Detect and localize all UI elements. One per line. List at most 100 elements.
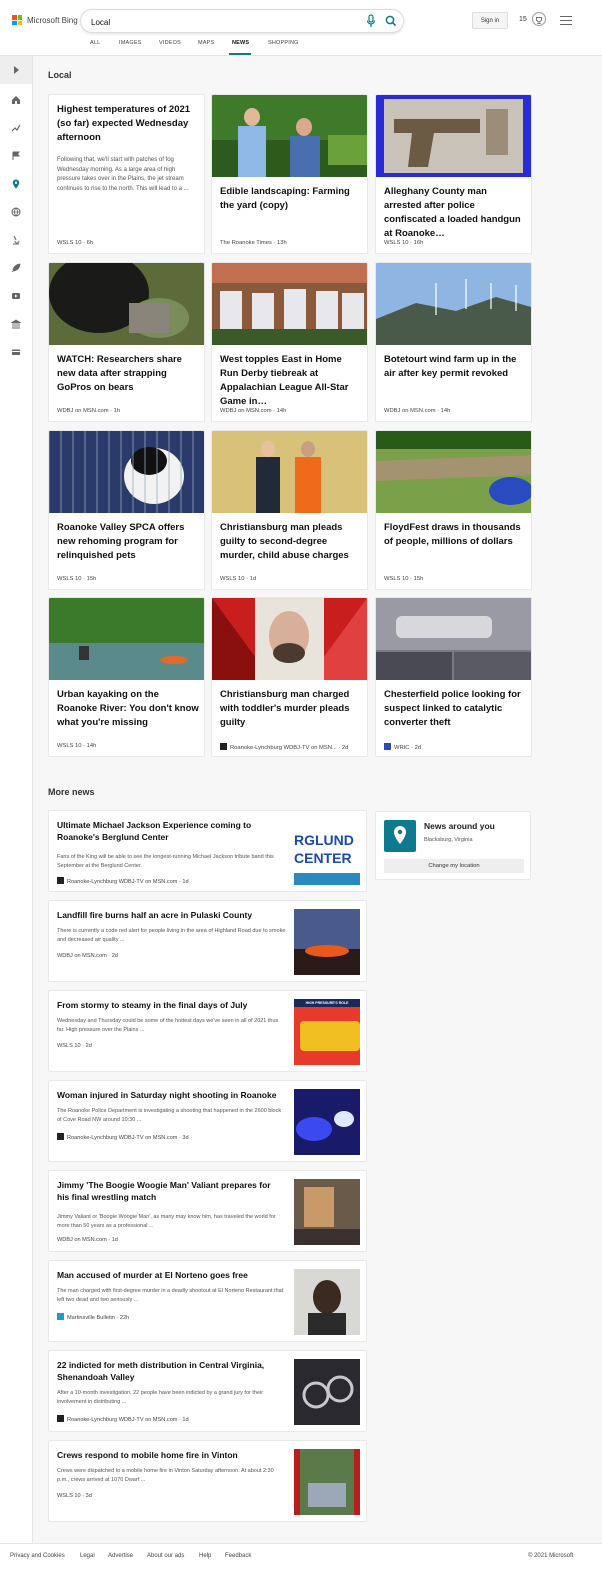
home-icon[interactable] <box>11 95 21 105</box>
card-title[interactable]: Alleghany County man arrested after poli… <box>384 185 526 241</box>
card-image-bear <box>49 263 204 345</box>
search-input[interactable] <box>91 15 351 29</box>
footer-link-about-ads[interactable]: About our ads <box>147 1553 184 1559</box>
news-around-you-panel: News around you Blacksburg, Virginia Cha… <box>375 811 531 880</box>
footer-link-legal[interactable]: Legal <box>80 1553 95 1559</box>
news-card[interactable]: Urban kayaking on the Roanoke River: You… <box>48 597 205 757</box>
tab-shopping[interactable]: SHOPPING <box>268 40 299 46</box>
more-news-item[interactable]: Crews respond to mobile home fire in Vin… <box>48 1440 367 1522</box>
thumb-handcuffs <box>294 1359 360 1425</box>
news-around-title: News around you <box>424 821 495 831</box>
trending-icon[interactable] <box>11 123 21 133</box>
bing-logo[interactable]: Microsoft Bing <box>12 15 78 25</box>
wdbj-logo-icon <box>57 1133 64 1140</box>
more-news-item[interactable]: Landfill fire burns half an acre in Pula… <box>48 900 367 982</box>
card-title[interactable]: Christiansburg man pleads guilty to seco… <box>220 521 362 563</box>
microphone-icon[interactable] <box>365 14 377 28</box>
sign-in-button[interactable]: Sign in <box>472 12 508 29</box>
card-title[interactable]: WATCH: Researchers share new data after … <box>57 353 199 395</box>
current-location: Blacksburg, Virginia <box>424 837 473 843</box>
news-card[interactable]: West topples East in Home Run Derby tieb… <box>211 262 368 422</box>
card-title[interactable]: Botetourt wind farm up in the air after … <box>384 353 526 381</box>
card-title[interactable]: West topples East in Home Run Derby tieb… <box>220 353 362 409</box>
footer-link-feedback[interactable]: Feedback <box>225 1553 251 1559</box>
tab-images[interactable]: IMAGES <box>119 40 142 46</box>
globe-icon[interactable] <box>11 207 21 217</box>
card-image-kayaking <box>49 598 204 680</box>
card-image-mugshot <box>212 598 367 680</box>
tab-all[interactable]: ALL <box>90 40 100 46</box>
news-title[interactable]: Jimmy 'The Boogie Woogie Man' Valiant pr… <box>57 1179 282 1203</box>
card-source: WDBJ on MSN.com · 14h <box>384 408 451 414</box>
government-icon[interactable] <box>11 319 21 329</box>
news-title[interactable]: Landfill fire burns half an acre in Pula… <box>57 909 282 921</box>
news-source: WDBJ on MSN.com · 1d <box>57 1237 118 1243</box>
news-source: WSLS 10 · 2d <box>57 1043 92 1049</box>
news-card[interactable]: WATCH: Researchers share new data after … <box>48 262 205 422</box>
tab-videos[interactable]: VIDEOS <box>159 40 181 46</box>
video-icon[interactable] <box>11 291 21 301</box>
footer-link-advertise[interactable]: Advertise <box>108 1553 133 1559</box>
news-card[interactable]: Highest temperatures of 2021 (so far) ex… <box>48 94 205 254</box>
card-title[interactable]: Highest temperatures of 2021 (so far) ex… <box>57 103 199 145</box>
source-text: Roanoke-Lynchburg WDBJ-TV on MSN... · 2d <box>230 745 349 751</box>
card-title[interactable]: Roanoke Valley SPCA offers new rehoming … <box>57 521 199 563</box>
flag-icon[interactable] <box>11 151 21 161</box>
copyright: © 2021 Microsoft <box>528 1553 574 1559</box>
search-icon[interactable] <box>385 14 397 28</box>
change-location-button[interactable]: Change my location <box>384 859 524 873</box>
news-snippet: Wednesday and Thursday could be some of … <box>57 1018 279 1033</box>
card-image-surveillance <box>376 598 531 680</box>
tab-news[interactable]: NEWS <box>232 40 249 46</box>
source-text: Martinsville Bulletin · 22h <box>67 1315 130 1321</box>
location-icon[interactable] <box>11 179 21 189</box>
news-card[interactable]: Roanoke Valley SPCA offers new rehoming … <box>48 430 205 590</box>
hamburger-menu-icon[interactable] <box>560 16 572 25</box>
more-news-item[interactable]: Jimmy 'The Boogie Woogie Man' Valiant pr… <box>48 1170 367 1252</box>
news-card[interactable]: FloydFest draws in thousands of people, … <box>375 430 532 590</box>
wdbj-logo-icon <box>57 1415 64 1422</box>
card-title[interactable]: Christiansburg man charged with toddler'… <box>220 688 362 730</box>
microsoft-logo-icon <box>12 15 22 25</box>
card-image-courtroom <box>212 431 367 513</box>
martinsville-bulletin-logo-icon <box>57 1313 64 1320</box>
news-title[interactable]: Ultimate Michael Jackson Experience comi… <box>57 819 282 843</box>
news-title[interactable]: Woman injured in Saturday night shooting… <box>57 1089 282 1101</box>
more-news-item[interactable]: From stormy to steamy in the final days … <box>48 990 367 1072</box>
card-title[interactable]: Edible landscaping: Farming the yard (co… <box>220 185 362 213</box>
card-title[interactable]: Urban kayaking on the Roanoke River: You… <box>57 688 199 730</box>
rewards-points[interactable]: 15 <box>519 16 527 23</box>
news-title[interactable]: From stormy to steamy in the final days … <box>57 999 282 1011</box>
news-snippet: The man charged with first-degree murder… <box>57 1288 284 1303</box>
thumb-landfill-fire <box>294 909 360 975</box>
more-news-item[interactable]: 22 indicted for meth distribution in Cen… <box>48 1350 367 1432</box>
news-title[interactable]: Man accused of murder at El Norteno goes… <box>57 1269 282 1281</box>
news-card[interactable]: Botetourt wind farm up in the air after … <box>375 262 532 422</box>
card-icon[interactable] <box>11 347 21 357</box>
footer-link-privacy[interactable]: Privacy and Cookies <box>10 1553 65 1559</box>
news-card[interactable]: Christiansburg man charged with toddler'… <box>211 597 368 757</box>
card-source: WSLS 10 · 1d <box>220 576 257 582</box>
science-icon[interactable] <box>11 235 21 245</box>
news-source: Roanoke-Lynchburg WDBJ-TV on MSN.com · 1… <box>57 1415 189 1423</box>
rocket-icon[interactable] <box>11 263 21 273</box>
news-source: Roanoke-Lynchburg WDBJ-TV on MSN.com · 3… <box>57 1133 189 1141</box>
footer-link-help[interactable]: Help <box>199 1553 211 1559</box>
more-news-item[interactable]: Woman injured in Saturday night shooting… <box>48 1080 367 1162</box>
news-card[interactable]: Alleghany County man arrested after poli… <box>375 94 532 254</box>
location-pin-icon <box>394 826 406 844</box>
expand-sidebar-button[interactable] <box>0 56 32 84</box>
card-title[interactable]: Chesterfield police looking for suspect … <box>384 688 526 730</box>
more-news-item[interactable]: Ultimate Michael Jackson Experience comi… <box>48 810 367 892</box>
news-card[interactable]: Edible landscaping: Farming the yard (co… <box>211 94 368 254</box>
rewards-icon[interactable] <box>532 12 546 26</box>
more-news-item[interactable]: Man accused of murder at El Norteno goes… <box>48 1260 367 1342</box>
news-card[interactable]: Chesterfield police looking for suspect … <box>375 597 532 757</box>
news-title[interactable]: 22 indicted for meth distribution in Cen… <box>57 1359 282 1383</box>
news-title[interactable]: Crews respond to mobile home fire in Vin… <box>57 1449 282 1461</box>
news-card[interactable]: Christiansburg man pleads guilty to seco… <box>211 430 368 590</box>
card-snippet: Following that, we'll start with patches… <box>57 157 189 192</box>
card-title[interactable]: FloydFest draws in thousands of people, … <box>384 521 526 549</box>
page-footer: Privacy and Cookies Legal Advertise Abou… <box>0 1543 602 1571</box>
tab-maps[interactable]: MAPS <box>198 40 214 46</box>
